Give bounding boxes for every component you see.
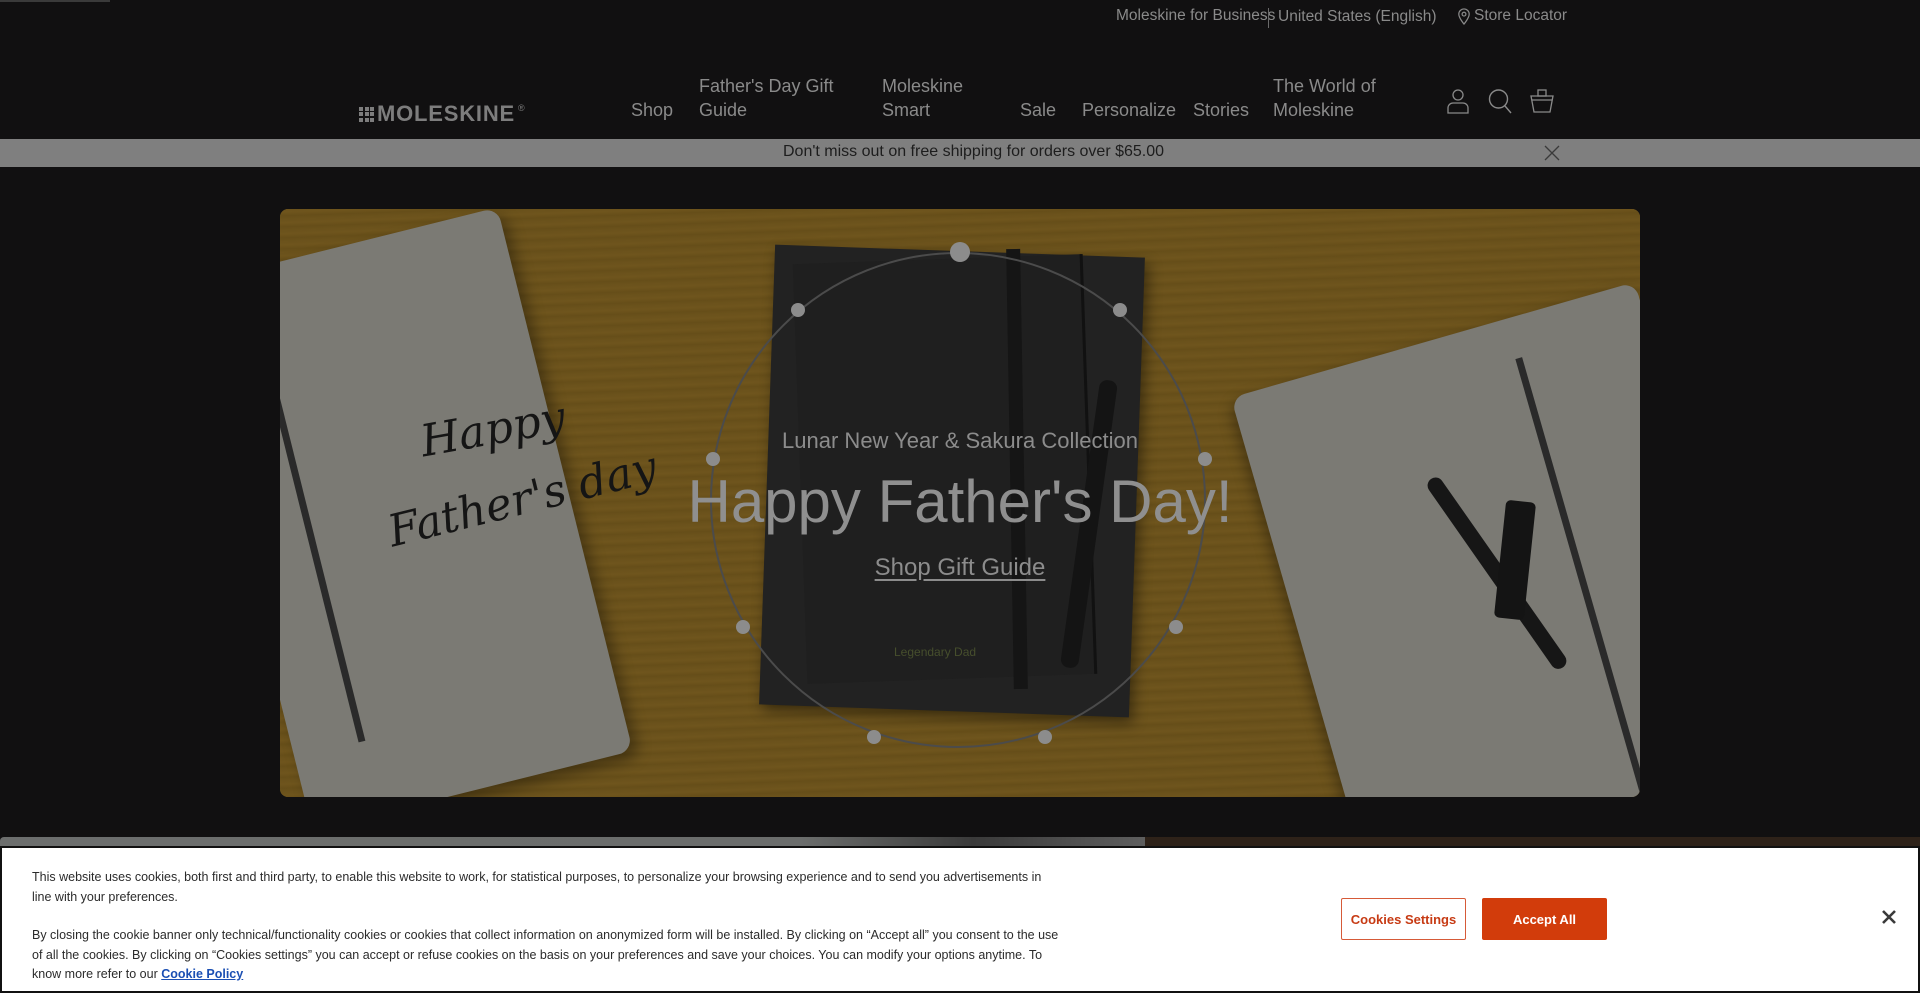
hero-subtitle: Lunar New Year & Sakura Collection [782, 428, 1138, 453]
accept-all-button[interactable]: Accept All [1482, 898, 1607, 940]
page: Moleskine for Business United States (En… [0, 0, 1920, 993]
hero-title: Happy Father's Day! [687, 468, 1233, 535]
moleskine-logo[interactable]: MOLESKINE ® [359, 101, 525, 127]
ring-dot [1198, 452, 1212, 466]
ring-dot [736, 620, 750, 634]
ring-dot [1169, 620, 1183, 634]
nav-sale[interactable]: Sale [1020, 98, 1056, 122]
shop-gift-guide-link[interactable]: Shop Gift Guide [875, 554, 1046, 581]
logo-registered-mark: ® [518, 103, 525, 113]
cookies-settings-button[interactable]: Cookies Settings [1341, 898, 1466, 940]
ring-dot [1113, 303, 1127, 317]
nav-world-of-moleskine[interactable]: The World of Moleskine [1273, 74, 1376, 122]
free-shipping-banner: Don't miss out on free shipping for orde… [0, 139, 1920, 167]
close-icon[interactable] [1543, 144, 1561, 162]
utility-bar: Moleskine for Business United States (En… [0, 0, 1920, 34]
nav-label-line2: Smart [882, 100, 931, 120]
store-locator-link[interactable]: Store Locator [1457, 7, 1567, 25]
free-shipping-text: Don't miss out on free shipping for orde… [783, 143, 1165, 160]
hero-cta-wrapper: Shop Gift Guide [280, 554, 1640, 582]
nav-label-line1: Moleskine [882, 76, 964, 96]
logo-text: MOLESKINE [377, 101, 515, 126]
cookie-policy-link[interactable]: Cookie Policy [161, 967, 243, 981]
cookie-paragraph-1: This website uses cookies, both first an… [32, 870, 1042, 904]
nav-label-line1: Father's Day Gift [699, 76, 834, 96]
ring-dot [791, 303, 805, 317]
ring-dot [950, 242, 970, 262]
header-icons [1446, 88, 1554, 114]
business-link[interactable]: Moleskine for Business [1116, 7, 1275, 25]
nav-moleskine-smart[interactable]: Moleskine Smart [882, 74, 963, 122]
country-selector[interactable]: United States (English) [1278, 8, 1437, 26]
logo-grid-icon [359, 106, 374, 122]
ring-dot [706, 452, 720, 466]
nav-personalize[interactable]: Personalize [1082, 98, 1176, 122]
hero-banner[interactable]: Happy Father's day Legendary Dad Lunar N… [280, 209, 1640, 797]
ring-dot [1038, 730, 1052, 744]
nav-label-line2: Moleskine [1273, 100, 1355, 120]
close-icon[interactable] [1880, 908, 1898, 926]
nav-label-line1: The World of [1273, 76, 1376, 96]
ring-dot [867, 730, 881, 744]
nav-fathers-day-gift-guide[interactable]: Father's Day Gift Guide [699, 74, 833, 122]
store-locator-label: Store Locator [1474, 7, 1568, 24]
nav-stories[interactable]: Stories [1193, 98, 1249, 122]
account-icon[interactable] [1446, 88, 1470, 114]
search-icon[interactable] [1488, 88, 1512, 114]
divider [1268, 8, 1269, 28]
nav-shop[interactable]: Shop [631, 98, 673, 122]
location-pin-icon [1458, 7, 1470, 25]
cookie-text: This website uses cookies, both first an… [32, 868, 1062, 985]
cart-icon[interactable] [1530, 88, 1554, 114]
cookie-banner: This website uses cookies, both first an… [0, 846, 1920, 993]
nav-label-line2: Guide [699, 100, 748, 120]
cookie-paragraph-2: By closing the cookie banner only techni… [32, 926, 1062, 985]
